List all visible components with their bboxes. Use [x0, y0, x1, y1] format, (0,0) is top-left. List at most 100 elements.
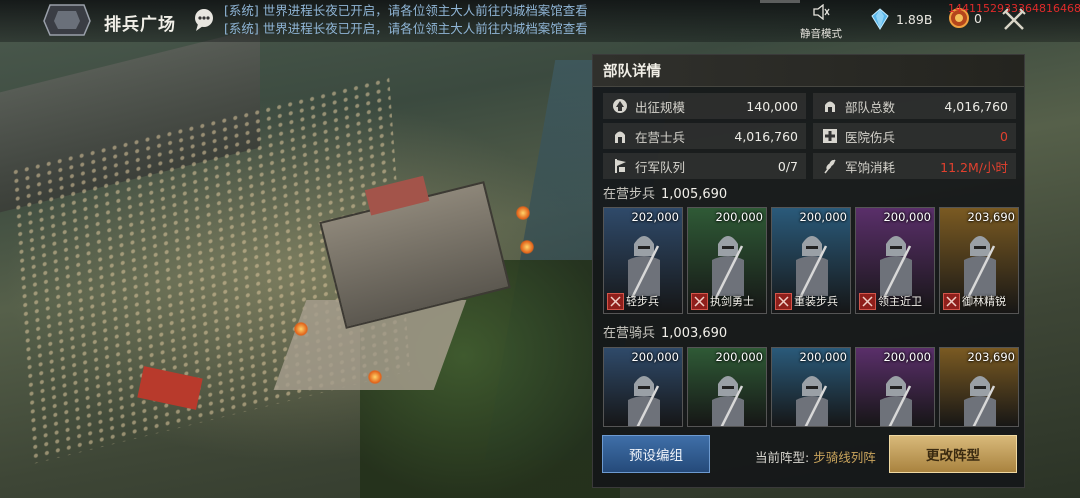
infantry-unit-list: 202,000 轻步兵 200,000 执剑勇士 200,000 重装步兵 200,000 领… [603, 207, 1023, 314]
hospital-cross-icon [821, 127, 839, 145]
infantry-total: 1,005,690 [661, 187, 728, 202]
torch-fire [520, 240, 534, 254]
torch-fire [294, 322, 308, 336]
stat-total-troops: 部队总数 4,016,760 [813, 93, 1016, 119]
chat-bubble-icon[interactable] [192, 7, 216, 33]
stat-name: 行军队列 [635, 159, 686, 175]
cavalry-label: 在营骑兵 [603, 326, 656, 341]
stat-value: 11.2M/小时 [940, 159, 1008, 175]
preset-group-button[interactable]: 预设编组 [602, 435, 710, 473]
unit-name: 轻步兵 [626, 295, 659, 308]
unit-name: 执剑勇士 [710, 295, 754, 308]
march-flag-icon [611, 157, 629, 175]
stat-name: 出征规模 [635, 99, 686, 115]
unit-name: 御林精锐 [962, 295, 1006, 308]
unit-count: 200,000 [631, 350, 679, 364]
troop-details-panel: 部队详情 出征规模 140,000 部队总数 4,016,760 在营士兵 4,… [592, 54, 1025, 488]
unit-tier-badge-icon [943, 293, 960, 310]
unit-count: 202,000 [631, 210, 679, 224]
unit-tier-badge-icon [607, 293, 624, 310]
infantry-section-title: 在营步兵 1,005,690 [603, 183, 727, 202]
unit-count: 200,000 [799, 210, 847, 224]
unit-card[interactable]: 200,000 [687, 347, 767, 427]
knight-figure-icon [880, 376, 912, 426]
unit-card[interactable]: 200,000 领主近卫 [855, 207, 935, 314]
current-formation: 当前阵型: 步骑线列阵 [755, 447, 876, 466]
panel-title: 部队详情 [603, 64, 661, 80]
unit-card[interactable]: 200,000 [855, 347, 935, 427]
cavalry-section-title: 在营骑兵 1,003,690 [603, 322, 727, 341]
stat-name: 医院伤兵 [845, 129, 896, 145]
unit-count: 200,000 [883, 350, 931, 364]
stat-upkeep: 军饷消耗 11.2M/小时 [813, 153, 1016, 179]
unit-card[interactable]: 200,000 [603, 347, 683, 427]
message-tag: [系统] [224, 3, 259, 18]
unit-tier-badge-icon [775, 293, 792, 310]
unit-card[interactable]: 203,690 御林精锐 [939, 207, 1019, 314]
unit-name: 领主近卫 [878, 295, 922, 308]
system-message[interactable]: [系统] 世界进程长夜已开启，请各位领主大人前往内城档案馆查看 [224, 20, 588, 38]
unit-count: 200,000 [715, 350, 763, 364]
stat-expedition-scale: 出征规模 140,000 [603, 93, 806, 119]
stat-value: 0 [1000, 128, 1008, 144]
knight-figure-icon [964, 376, 996, 426]
system-message[interactable]: [系统] 世界进程长夜已开启，请各位领主大人前往内城档案馆查看 [224, 2, 588, 20]
unit-count: 200,000 [715, 210, 763, 224]
top-bar: 排兵广场 [系统] 世界进程长夜已开启，请各位领主大人前往内城档案馆查看 [系统… [0, 0, 1080, 42]
wheat-icon [821, 157, 839, 175]
unit-card[interactable]: 200,000 [771, 347, 851, 427]
stat-name: 军饷消耗 [845, 159, 896, 175]
message-text: 世界进程长夜已开启，请各位领主大人前往内城档案馆查看 [262, 3, 588, 18]
infantry-label: 在营步兵 [603, 187, 656, 202]
panel-header: 部队详情 [593, 55, 1024, 87]
unit-count: 203,690 [967, 350, 1015, 364]
unit-card[interactable]: 200,000 重装步兵 [771, 207, 851, 314]
knight-figure-icon [712, 376, 744, 426]
stat-name: 部队总数 [845, 99, 896, 115]
unit-card[interactable]: 203,690 [939, 347, 1019, 427]
change-formation-button[interactable]: 更改阵型 [889, 435, 1017, 473]
stat-camp-soldiers: 在营士兵 4,016,760 [603, 123, 806, 149]
stat-hospital-wounded: 医院伤兵 0 [813, 123, 1016, 149]
unit-count: 200,000 [799, 350, 847, 364]
crystal-icon [871, 8, 889, 30]
scroll-indicator [760, 0, 800, 3]
mute-label: 静音模式 [800, 28, 842, 40]
system-message-list[interactable]: [系统] 世界进程长夜已开启，请各位领主大人前往内城档案馆查看 [系统] 世界进… [224, 2, 588, 38]
stat-value: 4,016,760 [944, 98, 1008, 114]
crystal-value: 1.89B [896, 11, 933, 27]
message-text: 世界进程长夜已开启，请各位领主大人前往内城档案馆查看 [262, 21, 588, 36]
stat-march-queue: 行军队列 0/7 [603, 153, 806, 179]
unit-name: 重装步兵 [794, 295, 838, 308]
unit-tier-badge-icon [859, 293, 876, 310]
unit-tier-badge-icon [691, 293, 708, 310]
formation-label: 当前阵型: [755, 450, 810, 465]
emblem-icon [43, 4, 91, 36]
unit-card[interactable]: 200,000 执剑勇士 [687, 207, 767, 314]
torch-fire [368, 370, 382, 384]
speaker-mute-icon [813, 3, 830, 21]
crystal-resource[interactable]: 1.89B [868, 7, 932, 31]
knight-figure-icon [628, 376, 660, 426]
formation-value: 步骑线列阵 [813, 450, 876, 465]
stat-value: 4,016,760 [734, 128, 798, 144]
page-title: 排兵广场 [104, 15, 176, 35]
cavalry-total: 1,003,690 [661, 326, 728, 341]
unit-count: 200,000 [883, 210, 931, 224]
mute-button[interactable]: 静音模式 [796, 3, 846, 41]
unit-count: 203,690 [967, 210, 1015, 224]
message-tag: [系统] [224, 21, 259, 36]
stat-value: 0/7 [777, 158, 798, 174]
camp-soldier-icon [611, 127, 629, 145]
helmet-up-icon [611, 97, 629, 115]
unit-card[interactable]: 202,000 轻步兵 [603, 207, 683, 314]
close-button[interactable] [1000, 6, 1028, 34]
knight-figure-icon [796, 376, 828, 426]
stat-name: 在营士兵 [635, 129, 686, 145]
stat-value: 140,000 [746, 98, 798, 114]
helmet-icon [821, 97, 839, 115]
back-emblem-button[interactable] [38, 0, 96, 40]
crossed-swords-close-icon [1002, 8, 1026, 30]
cavalry-unit-list: 200,000 200,000 200,000 200,000 203,690 [603, 347, 1023, 427]
torch-fire [516, 206, 530, 220]
